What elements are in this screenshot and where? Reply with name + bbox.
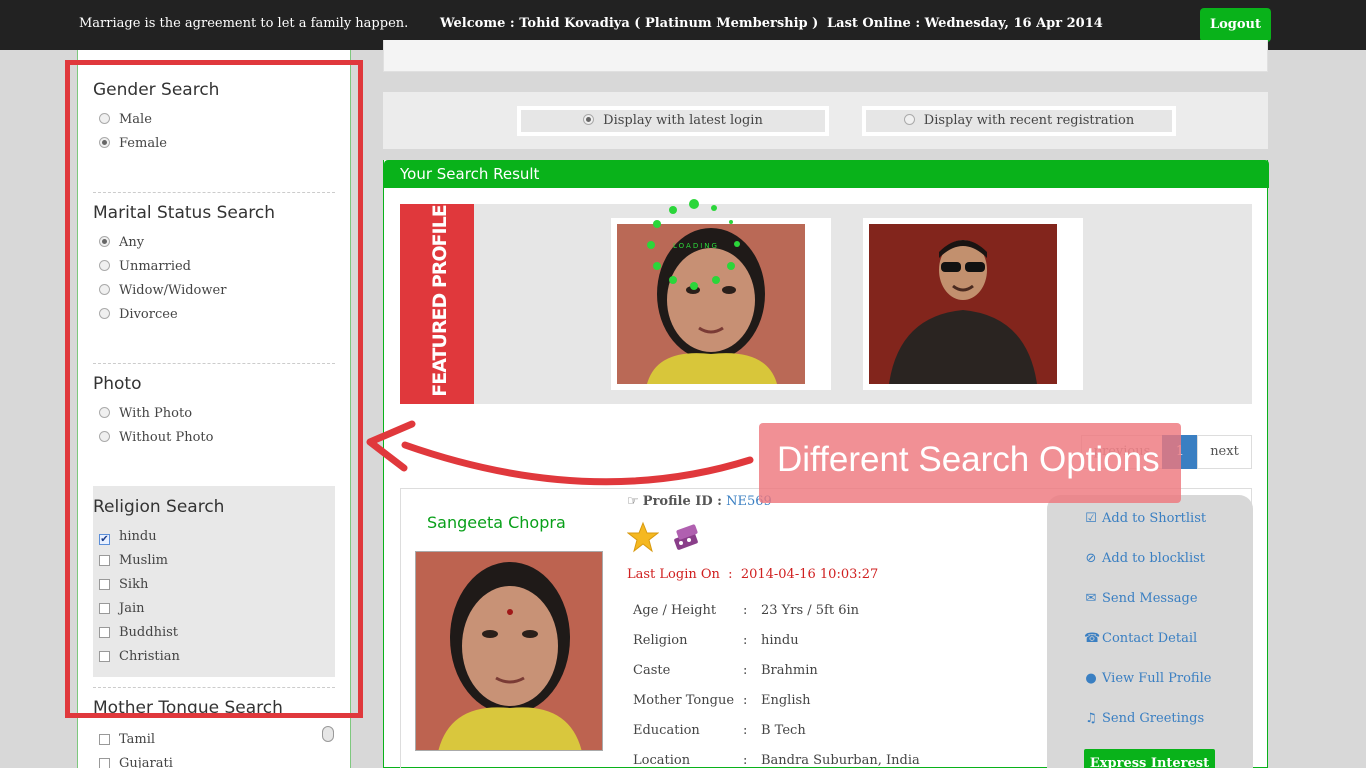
block-icon: ⊘ xyxy=(1085,551,1097,566)
logout-button[interactable]: Logout xyxy=(1200,8,1271,42)
express-interest-button[interactable]: Express Interest xyxy=(1084,749,1215,768)
loading-spinner-icon: LOADING xyxy=(647,199,740,290)
contact-detail-link[interactable]: ☎ Contact Detail xyxy=(1084,631,1197,646)
search-result-header: Your Search Result xyxy=(384,160,1269,188)
mother-tongue-option-tamil[interactable]: Tamil xyxy=(99,732,155,747)
user-icon: ● xyxy=(1085,671,1097,686)
top-panel xyxy=(383,40,1268,72)
add-to-shortlist-link[interactable]: ☑ Add to Shortlist xyxy=(1084,511,1206,526)
pager-next-button[interactable]: next xyxy=(1197,435,1252,469)
display-recent-registration-option[interactable]: Display with recent registration xyxy=(862,106,1176,136)
phone-icon: ☎ xyxy=(1084,631,1101,646)
view-full-profile-link[interactable]: ● View Full Profile xyxy=(1084,671,1211,686)
send-message-link[interactable]: ✉ Send Message xyxy=(1084,591,1198,606)
checkbox-edit-icon: ☑ xyxy=(1085,511,1097,526)
checkbox-icon[interactable] xyxy=(99,758,110,768)
annotation-callout: Different Search Options xyxy=(759,423,1181,503)
send-greetings-link[interactable]: ♫ Send Greetings xyxy=(1084,711,1204,726)
last-online-text: Last Online : Wednesday, 16 Apr 2014 xyxy=(827,16,1103,31)
radio-selected-icon[interactable] xyxy=(583,114,595,125)
display-options-bar: Display with latest login Display with r… xyxy=(383,92,1268,149)
radio-icon[interactable] xyxy=(903,114,915,125)
profile-card: Sangeeta Chopra ☞ Profile ID : NE569 Las… xyxy=(400,488,1253,768)
svg-text:LOADING: LOADING xyxy=(673,242,719,250)
featured-profile-card-2[interactable] xyxy=(863,218,1083,390)
profile-photo[interactable] xyxy=(415,551,603,751)
featured-profile-label: FEATURED PROFILE xyxy=(400,204,474,404)
tagline: Marriage is the agreement to let a famil… xyxy=(79,16,409,31)
scrollbar-thumb[interactable] xyxy=(322,726,334,742)
last-login: Last Login On : 2014-04-16 10:03:27 xyxy=(627,567,879,582)
mother-tongue-option-gujarati[interactable]: Gujarati xyxy=(99,756,173,768)
profile-actions-panel: ☑ Add to Shortlist ⊘ Add to blocklist ✉ Sen… xyxy=(1047,495,1253,768)
envelope-icon: ✉ xyxy=(1085,591,1097,606)
annotation-highlight-box xyxy=(65,60,363,718)
featured-profiles-strip: FEATURED PROFILE LOADING xyxy=(400,199,1252,404)
annotation-arrow xyxy=(366,420,754,486)
add-to-blocklist-link[interactable]: ⊘ Add to blocklist xyxy=(1084,551,1205,566)
display-latest-login-option[interactable]: Display with latest login xyxy=(517,106,829,136)
featured-photo-2[interactable] xyxy=(869,224,1057,384)
checkbox-icon[interactable] xyxy=(99,734,110,745)
welcome-text: Welcome : Tohid Kovadiya ( Platinum Memb… xyxy=(440,16,819,31)
headphones-icon: ♫ xyxy=(1085,711,1097,726)
featured-profile-card-1[interactable]: LOADING xyxy=(611,199,831,390)
